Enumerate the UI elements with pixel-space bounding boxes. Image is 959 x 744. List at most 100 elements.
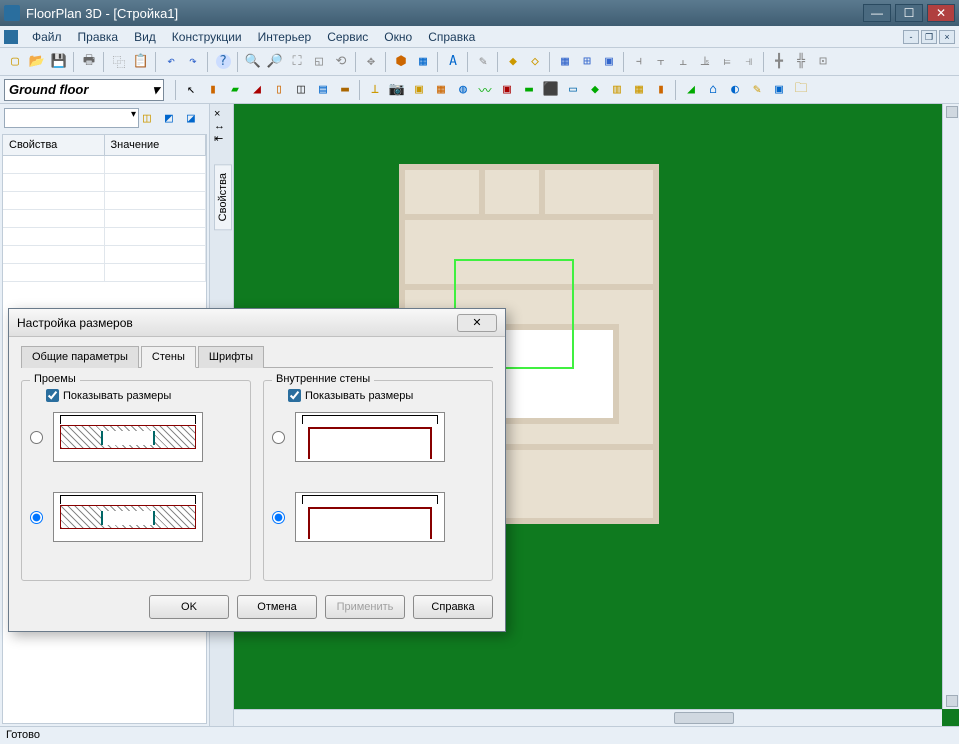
pointer-icon[interactable]: ↖: [181, 80, 201, 100]
dist-h-icon[interactable]: ╋: [769, 52, 789, 72]
menu-window[interactable]: Окно: [376, 28, 420, 46]
menu-help[interactable]: Справка: [420, 28, 483, 46]
menu-view[interactable]: Вид: [126, 28, 164, 46]
pin-icon[interactable]: ×↔⇤: [214, 108, 225, 145]
mdi-minimize[interactable]: -: [903, 30, 919, 44]
wall-icon[interactable]: ▮: [203, 80, 223, 100]
snap-icon[interactable]: ⊞: [577, 52, 597, 72]
tab-walls[interactable]: Стены: [141, 346, 196, 368]
slab-icon[interactable]: ▰: [225, 80, 245, 100]
zoom-out-icon[interactable]: 🔎: [265, 52, 285, 72]
redo-icon[interactable]: ↷: [183, 52, 203, 72]
vtab-properties[interactable]: Свойства: [214, 164, 232, 230]
object2-icon[interactable]: ◍: [453, 80, 473, 100]
beam-icon[interactable]: ⟂: [365, 80, 385, 100]
zoom-fit-icon[interactable]: ⛶: [287, 52, 307, 72]
help-button[interactable]: Справка: [413, 595, 493, 619]
text2-icon[interactable]: ◆: [585, 80, 605, 100]
menu-constructions[interactable]: Конструкции: [164, 28, 250, 46]
scrollbar-thumb[interactable]: [674, 712, 734, 724]
zoom-in-icon[interactable]: 🔍: [243, 52, 263, 72]
maximize-button[interactable]: ☐: [895, 4, 923, 22]
door-icon[interactable]: ▯: [269, 80, 289, 100]
fence-icon[interactable]: ▦: [629, 80, 649, 100]
tree-icon[interactable]: ⬛: [541, 80, 561, 100]
side-icon3[interactable]: ◪: [187, 109, 205, 127]
dialog-close-button[interactable]: ✕: [457, 314, 497, 332]
window-icon[interactable]: ◫: [291, 80, 311, 100]
scrollbar-horizontal[interactable]: [234, 709, 942, 726]
apply-button[interactable]: Применить: [325, 595, 405, 619]
stairs-icon[interactable]: ▤: [313, 80, 333, 100]
object4-icon[interactable]: ▣: [497, 80, 517, 100]
mdi-close[interactable]: ×: [939, 30, 955, 44]
shape2-icon[interactable]: ◇: [525, 52, 545, 72]
object3-icon[interactable]: 〰: [475, 80, 495, 100]
prop-col-value[interactable]: Значение: [105, 135, 207, 155]
copy-icon[interactable]: ⿻: [109, 52, 129, 72]
prop-col-name[interactable]: Свойства: [3, 135, 105, 155]
save-icon[interactable]: 💾: [49, 52, 69, 72]
folder-icon[interactable]: 🗀: [791, 80, 811, 100]
group-icon[interactable]: ⊡: [813, 52, 833, 72]
pencil-icon[interactable]: ✎: [747, 80, 767, 100]
menu-edit[interactable]: Правка: [70, 28, 127, 46]
render-icon[interactable]: ▣: [599, 52, 619, 72]
paste-icon[interactable]: 📋: [131, 52, 151, 72]
rail-icon[interactable]: ▮: [651, 80, 671, 100]
dist-v-icon[interactable]: ╬: [791, 52, 811, 72]
print-icon[interactable]: 🖶: [79, 52, 99, 72]
world-icon[interactable]: ◐: [725, 80, 745, 100]
menu-service[interactable]: Сервис: [319, 28, 376, 46]
close-button[interactable]: ✕: [927, 4, 955, 22]
radio-walls-style1[interactable]: [272, 431, 285, 444]
tab-general[interactable]: Общие параметры: [21, 346, 139, 368]
roof-icon[interactable]: ◢: [247, 80, 267, 100]
side-icon1[interactable]: ◫: [143, 109, 161, 127]
text-tool-icon[interactable]: A: [443, 52, 463, 72]
new-icon[interactable]: ▢: [5, 52, 25, 72]
scrollbar-vertical[interactable]: [942, 104, 959, 709]
align-center-icon[interactable]: ⫟: [651, 52, 671, 72]
furniture-icon[interactable]: ▬: [519, 80, 539, 100]
align-middle-icon[interactable]: ⫢: [717, 52, 737, 72]
radio-openings-style1[interactable]: [30, 431, 43, 444]
align-left-icon[interactable]: ⫞: [629, 52, 649, 72]
element-icon[interactable]: ▣: [769, 80, 789, 100]
align-bottom-icon[interactable]: ⫣: [739, 52, 759, 72]
mdi-restore[interactable]: ❐: [921, 30, 937, 44]
car-icon[interactable]: ▥: [607, 80, 627, 100]
menu-interior[interactable]: Интерьер: [250, 28, 320, 46]
object1-icon[interactable]: ▦: [431, 80, 451, 100]
align-top-icon[interactable]: ⫡: [695, 52, 715, 72]
dialog-title-bar[interactable]: Настройка размеров ✕: [9, 309, 505, 337]
checkbox-show-dimensions-walls[interactable]: [288, 389, 301, 402]
road-icon[interactable]: ▭: [563, 80, 583, 100]
camera-icon[interactable]: 📷: [387, 80, 407, 100]
tab-fonts[interactable]: Шрифты: [198, 346, 264, 368]
cancel-button[interactable]: Отмена: [237, 595, 317, 619]
layer-icon[interactable]: ✎: [473, 52, 493, 72]
view3d-icon[interactable]: ⬢: [391, 52, 411, 72]
side-icon2[interactable]: ◩: [165, 109, 183, 127]
pan-icon[interactable]: ✥: [361, 52, 381, 72]
viewplan-icon[interactable]: ▦: [413, 52, 433, 72]
paint-icon[interactable]: ◢: [681, 80, 701, 100]
radio-walls-style2[interactable]: [272, 511, 285, 524]
zoom-window-icon[interactable]: ◱: [309, 52, 329, 72]
radio-openings-style2[interactable]: [30, 511, 43, 524]
open-icon[interactable]: 📂: [27, 52, 47, 72]
house-icon[interactable]: ⌂: [703, 80, 723, 100]
zoom-prev-icon[interactable]: ⟲: [331, 52, 351, 72]
align-right-icon[interactable]: ⫠: [673, 52, 693, 72]
side-combo[interactable]: [4, 108, 139, 128]
help-icon[interactable]: ?: [213, 52, 233, 72]
menu-file[interactable]: Файл: [24, 28, 70, 46]
floor-selector[interactable]: Ground floor: [4, 79, 164, 101]
column-icon[interactable]: ▬: [335, 80, 355, 100]
grid-icon[interactable]: ▦: [555, 52, 575, 72]
ok-button[interactable]: OK: [149, 595, 229, 619]
undo-icon[interactable]: ↶: [161, 52, 181, 72]
minimize-button[interactable]: —: [863, 4, 891, 22]
checkbox-show-dimensions-openings[interactable]: [46, 389, 59, 402]
